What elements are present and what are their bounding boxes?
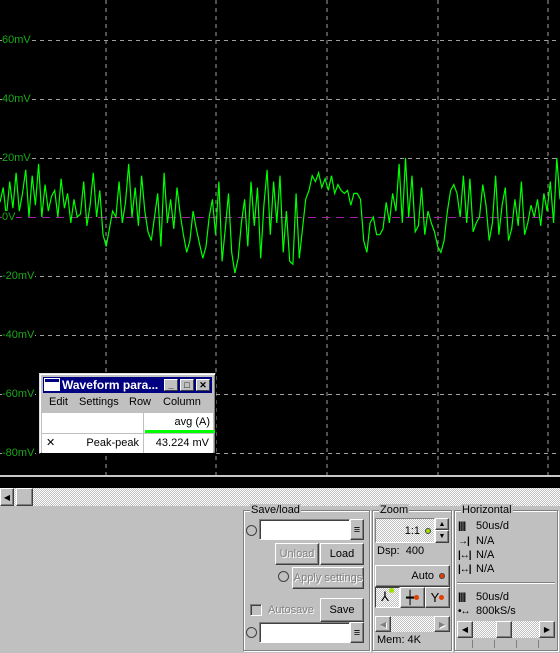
trigger-middle-button[interactable]: ┿: [400, 587, 425, 608]
row-remove-icon[interactable]: ✕: [46, 436, 55, 449]
y-tick-label: 20mV: [2, 152, 32, 164]
y-tick-label: 0V: [2, 211, 17, 223]
slider-thumb[interactable]: [495, 621, 512, 638]
auto-indicator: [439, 573, 445, 579]
display-points: Dsp: 400: [377, 545, 425, 557]
display-bottom-band: [0, 477, 560, 488]
y-tick-label: -20mV: [2, 270, 36, 282]
zoom-indicator: [425, 528, 431, 534]
sample-rate-row: •↔ 800kS/s: [458, 605, 516, 617]
close-button[interactable]: ✕: [196, 379, 210, 391]
sample-rate-icon: •↔: [458, 606, 471, 617]
window-icon: [44, 378, 60, 391]
timebase-icon: ||||: [458, 592, 466, 603]
menu-row[interactable]: Row: [129, 396, 151, 408]
column-header[interactable]: avg (A): [175, 416, 210, 428]
zoom-ratio-display[interactable]: 1:1: [375, 518, 435, 543]
waveform-trace: [0, 157, 560, 274]
y-tick-label: -40mV: [2, 329, 36, 341]
span-icon: |↔|: [458, 550, 472, 561]
slider-left-button[interactable]: ◀: [457, 621, 473, 638]
zoom-down-button[interactable]: ▼: [435, 530, 449, 543]
timebase-slider[interactable]: ◀ ▶: [457, 621, 555, 638]
timebase-row-2: |||| 50us/d: [458, 591, 510, 603]
arrow-to-bar-icon: →|: [458, 536, 470, 547]
save-path-input[interactable]: [259, 622, 350, 643]
trigger-rising-button[interactable]: ⅄: [375, 587, 400, 608]
load-path-input[interactable]: [259, 519, 350, 540]
trigger-falling-button[interactable]: Y: [425, 587, 450, 608]
row-label: Peak-peak: [86, 437, 139, 449]
y-tick-label: 40mV: [2, 93, 32, 105]
row-value: 43.224 mV: [155, 437, 209, 449]
scroll-thumb[interactable]: [16, 488, 33, 506]
apply-settings-radio[interactable]: [278, 571, 289, 582]
window-title: Waveform para...: [62, 378, 159, 392]
load-button[interactable]: Load: [320, 543, 364, 565]
span-row: |↔| N/A: [458, 549, 495, 561]
slider-ticks: [457, 640, 555, 648]
group-title: Zoom: [379, 504, 410, 516]
apply-settings-button[interactable]: Apply settings: [292, 567, 364, 589]
timebase-icon: ||||: [458, 521, 466, 532]
load-path-menu-button[interactable]: ≡: [350, 519, 364, 540]
minimize-button[interactable]: _: [164, 379, 178, 391]
parameters-table: avg (A) ✕ Peak-peak 43.224 mV: [42, 413, 215, 453]
timebase-row: |||| 50us/d: [458, 520, 510, 532]
auto-label: Auto: [411, 570, 434, 582]
y-tick-label: -80mV: [2, 447, 36, 459]
column-color-bar: [145, 430, 215, 433]
group-title: Horizontal: [461, 504, 513, 516]
autosave-label: Autosave: [268, 604, 314, 616]
menu-edit[interactable]: Edit: [49, 396, 68, 408]
zoom-scroll-left[interactable]: ◀: [375, 616, 391, 632]
slider-right-button[interactable]: ▶: [539, 621, 555, 638]
zoom-up-button[interactable]: ▲: [435, 518, 449, 530]
span-icon: |↔|: [458, 564, 472, 575]
window-title-bar[interactable]: Waveform para... _ □ ✕: [43, 377, 212, 393]
save-button[interactable]: Save: [320, 598, 364, 622]
y-tick-label: 60mV: [2, 34, 32, 46]
zoom-ratio: 1:1: [404, 525, 420, 537]
autosave-checkbox[interactable]: [250, 604, 262, 616]
zoom-scroll-right[interactable]: ▶: [434, 616, 450, 632]
horizontal-divider: [457, 582, 555, 584]
load-radio[interactable]: [246, 525, 257, 536]
span-row-2: |↔| N/A: [458, 563, 495, 575]
memory-size: Mem: 4K: [377, 634, 422, 646]
save-path-menu-button[interactable]: ≡: [350, 622, 364, 643]
group-title: Save/load: [250, 504, 301, 516]
menu-settings[interactable]: Settings: [79, 396, 119, 408]
menu-column[interactable]: Column: [163, 396, 201, 408]
unload-button[interactable]: Unload: [275, 543, 319, 565]
position-row: →| N/A: [458, 535, 495, 547]
auto-button[interactable]: Auto: [375, 565, 450, 587]
y-tick-label: -60mV: [2, 388, 36, 400]
waveform-parameters-window[interactable]: Waveform para... _ □ ✕ Edit Settings Row…: [39, 373, 216, 454]
maximize-button[interactable]: □: [180, 379, 194, 391]
scroll-left-button[interactable]: ◀: [0, 488, 14, 506]
zoom-scrollbar[interactable]: ◀ ▶: [375, 616, 450, 632]
save-radio[interactable]: [246, 627, 257, 638]
